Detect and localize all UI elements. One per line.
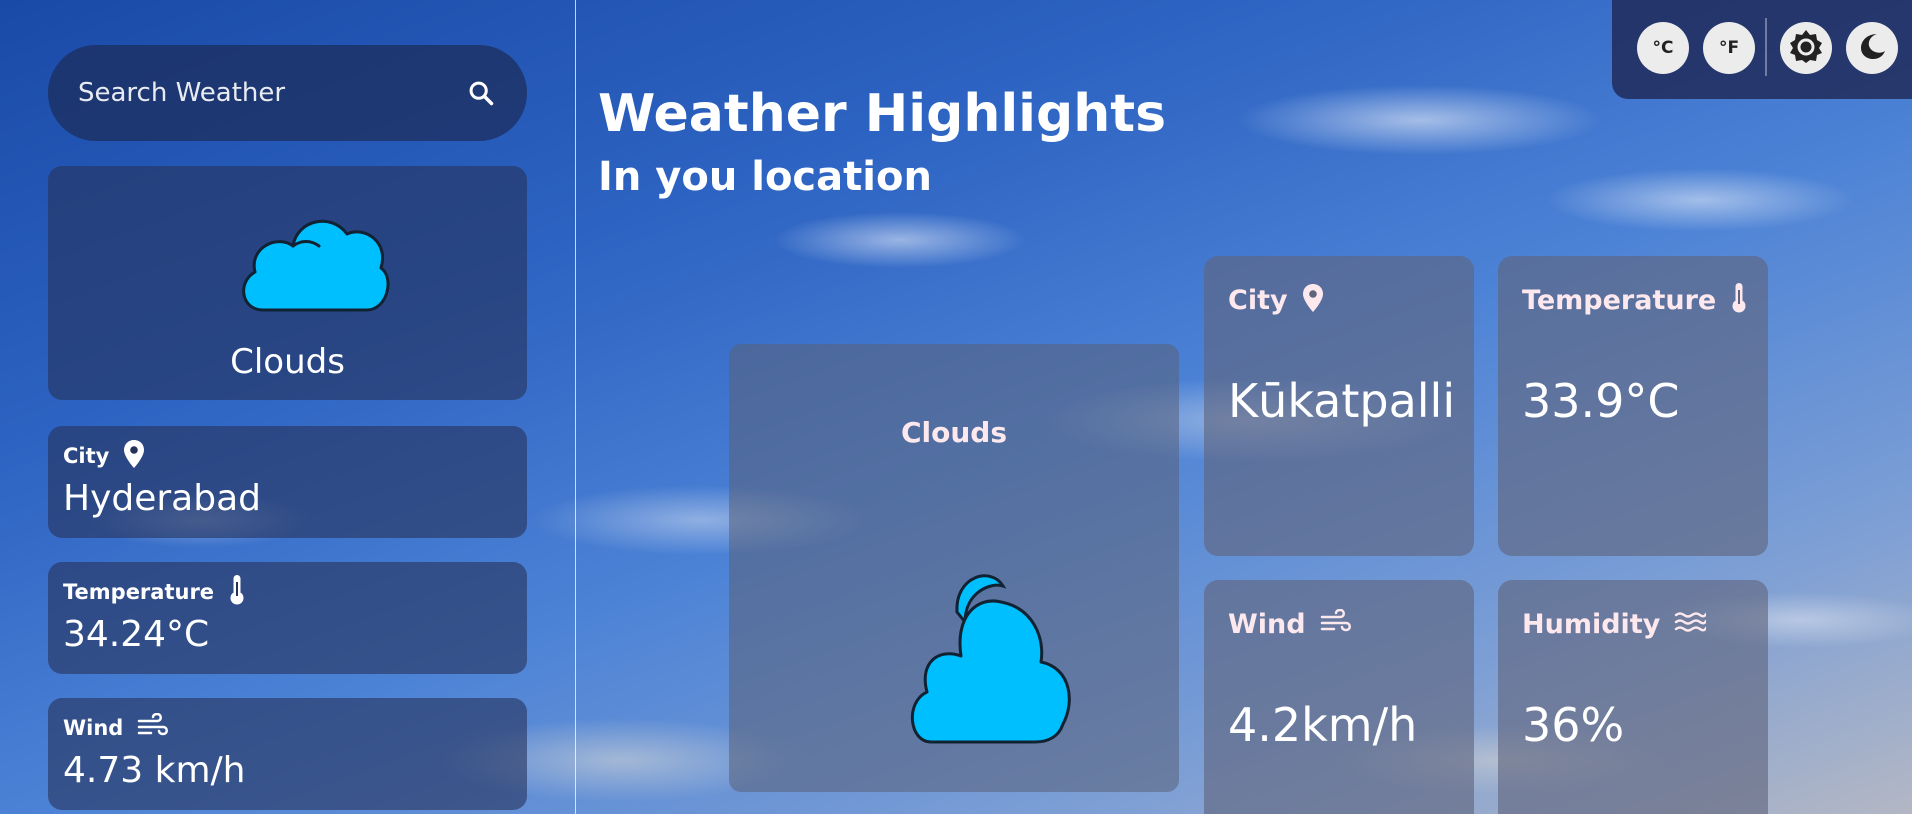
search-input[interactable] <box>78 78 465 108</box>
page-subtitle: In you location <box>598 154 932 200</box>
city-card: City Hyderabad <box>48 426 527 538</box>
humidity-waves-icon <box>1674 611 1708 637</box>
highlight-city-label: City <box>1228 284 1288 316</box>
toolbar-divider <box>1765 18 1767 76</box>
search-bar <box>48 45 527 141</box>
highlight-city-value: Kūkatpalli <box>1228 374 1456 428</box>
sun-icon <box>1789 29 1823 68</box>
highlight-city-card: City Kūkatpalli <box>1204 256 1474 556</box>
page-title: Weather Highlights <box>598 84 1167 144</box>
highlight-humidity-card: Humidity 36% <box>1498 580 1768 814</box>
highlight-humidity-label: Humidity <box>1522 608 1661 640</box>
thermometer-icon <box>228 574 246 610</box>
condition-text: Clouds <box>230 342 345 382</box>
location-pin-icon <box>1302 283 1324 317</box>
wind-value: 4.73 km/h <box>63 750 246 791</box>
cloud-icon <box>235 202 391 320</box>
highlight-wind-label: Wind <box>1228 608 1306 640</box>
wind-label: Wind <box>63 716 124 740</box>
location-pin-icon <box>123 439 145 473</box>
highlight-wind-card: Wind 4.2km/h <box>1204 580 1474 814</box>
sidebar: Clouds City Hyderabad Temperature <box>0 0 576 814</box>
city-label: City <box>63 444 110 468</box>
condition-highlight-text: Clouds <box>900 416 1008 449</box>
moon-icon <box>1857 31 1887 66</box>
wind-icon <box>137 712 169 743</box>
highlight-temperature-value: 33.9°C <box>1522 374 1680 428</box>
thermometer-icon <box>1730 282 1748 318</box>
highlight-temperature-label: Temperature <box>1522 284 1717 316</box>
wind-icon <box>1320 608 1352 639</box>
cloud-icon <box>905 552 1075 748</box>
unit-theme-toolbar: °C °F <box>1612 0 1912 99</box>
fahrenheit-button[interactable]: °F <box>1703 22 1755 74</box>
highlight-temperature-card: Temperature 33.9°C <box>1498 256 1768 556</box>
highlight-humidity-value: 36% <box>1522 698 1625 752</box>
condition-highlight-card: Clouds <box>729 344 1179 792</box>
dark-mode-button[interactable] <box>1846 22 1898 74</box>
temperature-label: Temperature <box>63 580 215 604</box>
light-mode-button[interactable] <box>1780 22 1832 74</box>
search-icon[interactable] <box>465 77 497 109</box>
temperature-value: 34.24°C <box>63 614 210 655</box>
highlight-wind-value: 4.2km/h <box>1228 698 1418 752</box>
city-value: Hyderabad <box>63 478 261 519</box>
wind-card: Wind 4.73 km/h <box>48 698 527 810</box>
current-condition-card: Clouds <box>48 166 527 400</box>
temperature-card: Temperature 34.24°C <box>48 562 527 674</box>
celsius-button[interactable]: °C <box>1637 22 1689 74</box>
